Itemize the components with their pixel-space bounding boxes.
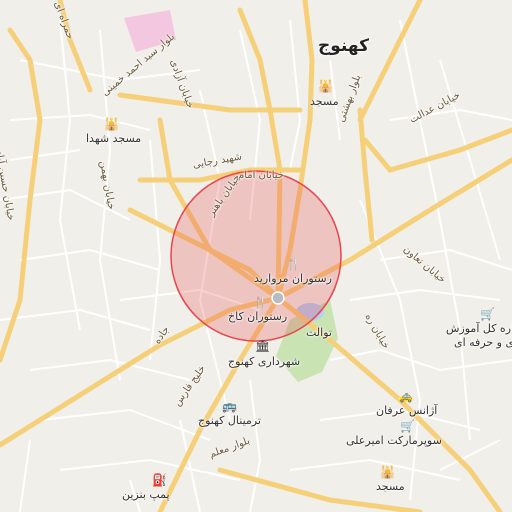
street-emam: خیابان امام (238, 170, 284, 181)
poi-school-1[interactable]: اره کل آموزش (446, 322, 512, 335)
poi-mosque-shohada[interactable]: مسجد شهدا (86, 132, 141, 145)
mosque-icon-shohada[interactable]: 🕌 (104, 118, 119, 130)
poi-agency-erfan[interactable]: آژانس عرفان (376, 404, 437, 417)
restaurant-icon[interactable]: 🍴 (286, 258, 301, 270)
poi-school-2[interactable]: ی و حرفه ای (454, 336, 512, 349)
restaurant-icon-2[interactable]: 🍴 (253, 296, 268, 308)
poi-rest-morvarid[interactable]: رستوران مروارید (254, 272, 332, 285)
shop-icon[interactable]: 🛒 (400, 420, 415, 432)
map-view[interactable]: کهنوج خیابان امام بلوار بهشتی خیابان باه… (0, 0, 512, 512)
mosque-icon-north[interactable]: 🕌 (318, 80, 333, 92)
municipality-icon[interactable]: 🏛 (255, 340, 270, 352)
city-label: کهنوج (318, 36, 369, 56)
poi-gas-station[interactable]: پمپ بنزین (122, 488, 170, 501)
poi-municipality[interactable]: شهرداری کهنوج (228, 355, 300, 368)
poi-mosque-south[interactable]: مسجد (376, 480, 405, 493)
poi-terminal[interactable]: ترمینال کهنوج (198, 414, 261, 427)
gas-station-icon[interactable]: ⛽ (152, 474, 167, 486)
poi-supermarket[interactable]: سوپرمارکت امیرعلی (346, 434, 442, 447)
poi-rest-kakh[interactable]: رستوران کاخ (228, 310, 287, 323)
poi-toilet[interactable]: توالت (306, 326, 332, 339)
school-icon[interactable]: 🛒 (480, 308, 495, 320)
mosque-icon-south[interactable]: 🕌 (380, 466, 395, 478)
taxi-icon[interactable]: 🚕 (398, 390, 413, 402)
center-marker (271, 291, 285, 305)
bus-icon[interactable]: 🚌 (222, 400, 237, 412)
poi-mosque-north[interactable]: مسجد (310, 95, 339, 108)
